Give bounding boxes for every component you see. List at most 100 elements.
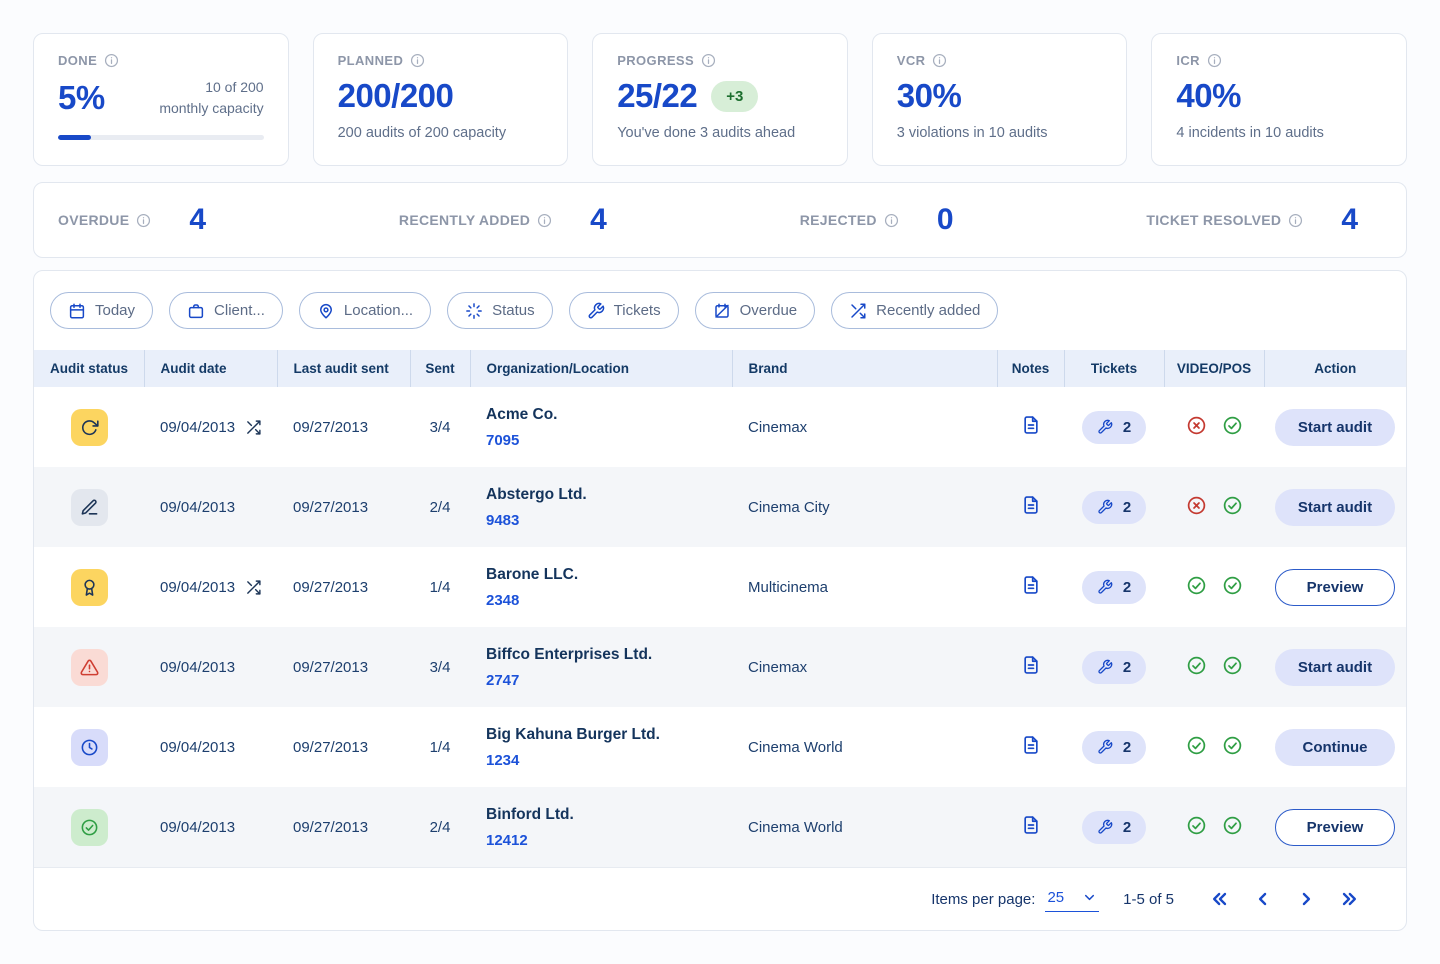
pos-ok-icon <box>1223 496 1241 514</box>
info-icon[interactable] <box>701 53 716 68</box>
col-organization: Organization/Location <box>470 350 733 387</box>
audit-date: 09/04/2013 <box>160 418 236 436</box>
start-audit-button[interactable]: Start audit <box>1275 408 1395 446</box>
brand: Cinemax <box>748 658 808 676</box>
video-ok-icon <box>1187 816 1205 834</box>
summary-overdue-value: 4 <box>189 203 207 236</box>
summary-rejected-value: 0 <box>936 203 954 236</box>
filter-status-label: Status <box>492 302 535 319</box>
last-audit-sent: 09/27/2013 <box>293 738 369 756</box>
filter-today[interactable]: Today <box>50 292 154 329</box>
info-icon[interactable] <box>884 213 899 228</box>
next-page-button[interactable] <box>1290 884 1321 915</box>
filter-location[interactable]: Location... <box>298 292 432 329</box>
items-per-page-value: 25 <box>1047 888 1065 906</box>
location-id-link[interactable]: 2348 <box>486 592 519 609</box>
done-progress-bar <box>58 135 264 140</box>
tickets-count: 2 <box>1122 738 1132 756</box>
wrench-icon <box>1098 819 1113 834</box>
progress-ahead-badge: +3 <box>711 80 759 112</box>
notes-button[interactable] <box>1021 655 1041 675</box>
organization-name: Binford Ltd. <box>486 805 574 823</box>
filter-tickets[interactable]: Tickets <box>568 292 679 329</box>
table-row: 09/04/2013 09/27/2013 1/4 Barone LLC. 234… <box>34 547 1406 627</box>
info-icon[interactable] <box>1207 53 1222 68</box>
progress-value: 25/22 <box>617 77 698 114</box>
start-audit-button[interactable]: Start audit <box>1275 648 1395 686</box>
audit-date: 09/04/2013 <box>160 658 236 676</box>
filter-client[interactable]: Client... <box>169 292 283 329</box>
continue-button[interactable]: Continue <box>1275 728 1395 766</box>
kpi-cards-row: DONE 5% 10 of 200 monthly capacity PLANN… <box>33 33 1407 166</box>
preview-button[interactable]: Preview <box>1275 808 1395 846</box>
info-icon[interactable] <box>136 213 151 228</box>
col-last-audit-sent: Last audit sent <box>277 350 411 387</box>
items-per-page-select[interactable]: 25 <box>1045 887 1100 912</box>
info-icon[interactable] <box>410 53 425 68</box>
card-icr-label: ICR <box>1176 53 1200 68</box>
tickets-button[interactable]: 2 <box>1081 490 1147 524</box>
calendar-crossed-icon <box>714 303 729 318</box>
col-audit-date: Audit date <box>144 350 278 387</box>
chevron-down-icon <box>1085 894 1095 900</box>
sent-count: 2/4 <box>429 498 451 516</box>
notes-button[interactable] <box>1021 815 1041 835</box>
audit-date: 09/04/2013 <box>160 818 236 836</box>
pos-ok-icon <box>1223 736 1241 754</box>
filter-overdue[interactable]: Overdue <box>694 292 816 329</box>
audit-date: 09/04/2013 <box>160 498 236 516</box>
shuffle-icon <box>247 579 261 595</box>
filters-row: Today Client... Location... Status Ticke… <box>34 271 1406 350</box>
filter-recently-added[interactable]: Recently added <box>831 292 999 329</box>
note-document-icon <box>1023 576 1038 594</box>
summary-overdue: OVERDUE 4 <box>58 203 206 237</box>
tickets-button[interactable]: 2 <box>1081 810 1147 844</box>
previous-page-button[interactable] <box>1247 884 1278 915</box>
location-id-link[interactable]: 2747 <box>486 672 519 689</box>
shuffle-icon <box>851 303 866 318</box>
notes-button[interactable] <box>1021 495 1041 515</box>
wrench-icon <box>1098 579 1113 594</box>
tickets-button[interactable]: 2 <box>1081 730 1147 764</box>
summary-bar: OVERDUE 4 RECENTLY ADDED 4 REJECTED 0 TI… <box>33 182 1407 258</box>
card-icr: ICR 40% 4 incidents in 10 audits <box>1151 33 1407 166</box>
last-page-button[interactable] <box>1333 884 1364 915</box>
chevron-right-icon <box>1302 892 1310 906</box>
status-medal-icon <box>70 568 108 606</box>
notes-button[interactable] <box>1021 575 1041 595</box>
sent-count: 2/4 <box>429 818 451 836</box>
info-icon[interactable] <box>932 53 947 68</box>
brand: Cinema City <box>748 498 830 516</box>
status-check-icon <box>70 808 108 846</box>
tickets-button[interactable]: 2 <box>1081 570 1147 604</box>
last-audit-sent: 09/27/2013 <box>293 658 369 676</box>
video-ok-icon <box>1187 576 1205 594</box>
table-row: 09/04/2013 09/27/2013 3/4 Acme Co. 7095 C… <box>34 387 1406 467</box>
card-vcr: VCR 30% 3 violations in 10 audits <box>871 33 1128 166</box>
video-failed-icon <box>1187 416 1205 434</box>
preview-button[interactable]: Preview <box>1275 568 1395 606</box>
organization-name: Biffco Enterprises Ltd. <box>486 645 653 663</box>
start-audit-button[interactable]: Start audit <box>1275 488 1395 526</box>
note-document-icon <box>1023 496 1038 514</box>
planned-value: 200/200 <box>337 77 454 114</box>
col-notes: Notes <box>997 350 1065 387</box>
filter-client-label: Client... <box>214 302 265 319</box>
organization-name: Abstergo Ltd. <box>486 485 587 503</box>
calendar-icon <box>69 303 85 318</box>
tickets-button[interactable]: 2 <box>1081 650 1147 684</box>
info-icon[interactable] <box>1288 213 1303 228</box>
info-icon[interactable] <box>537 213 552 228</box>
notes-button[interactable] <box>1021 735 1041 755</box>
info-icon[interactable] <box>104 53 119 68</box>
tickets-button[interactable]: 2 <box>1081 410 1147 444</box>
location-id-link[interactable]: 7095 <box>486 432 519 449</box>
first-page-button[interactable] <box>1204 884 1235 915</box>
done-capacity-text: 10 of 200 monthly capacity <box>159 79 264 116</box>
location-id-link[interactable]: 1234 <box>486 752 519 769</box>
location-id-link[interactable]: 12412 <box>486 832 528 849</box>
summary-overdue-label: OVERDUE <box>58 212 130 228</box>
filter-status[interactable]: Status <box>447 292 553 329</box>
notes-button[interactable] <box>1021 415 1041 435</box>
location-id-link[interactable]: 9483 <box>486 512 519 529</box>
